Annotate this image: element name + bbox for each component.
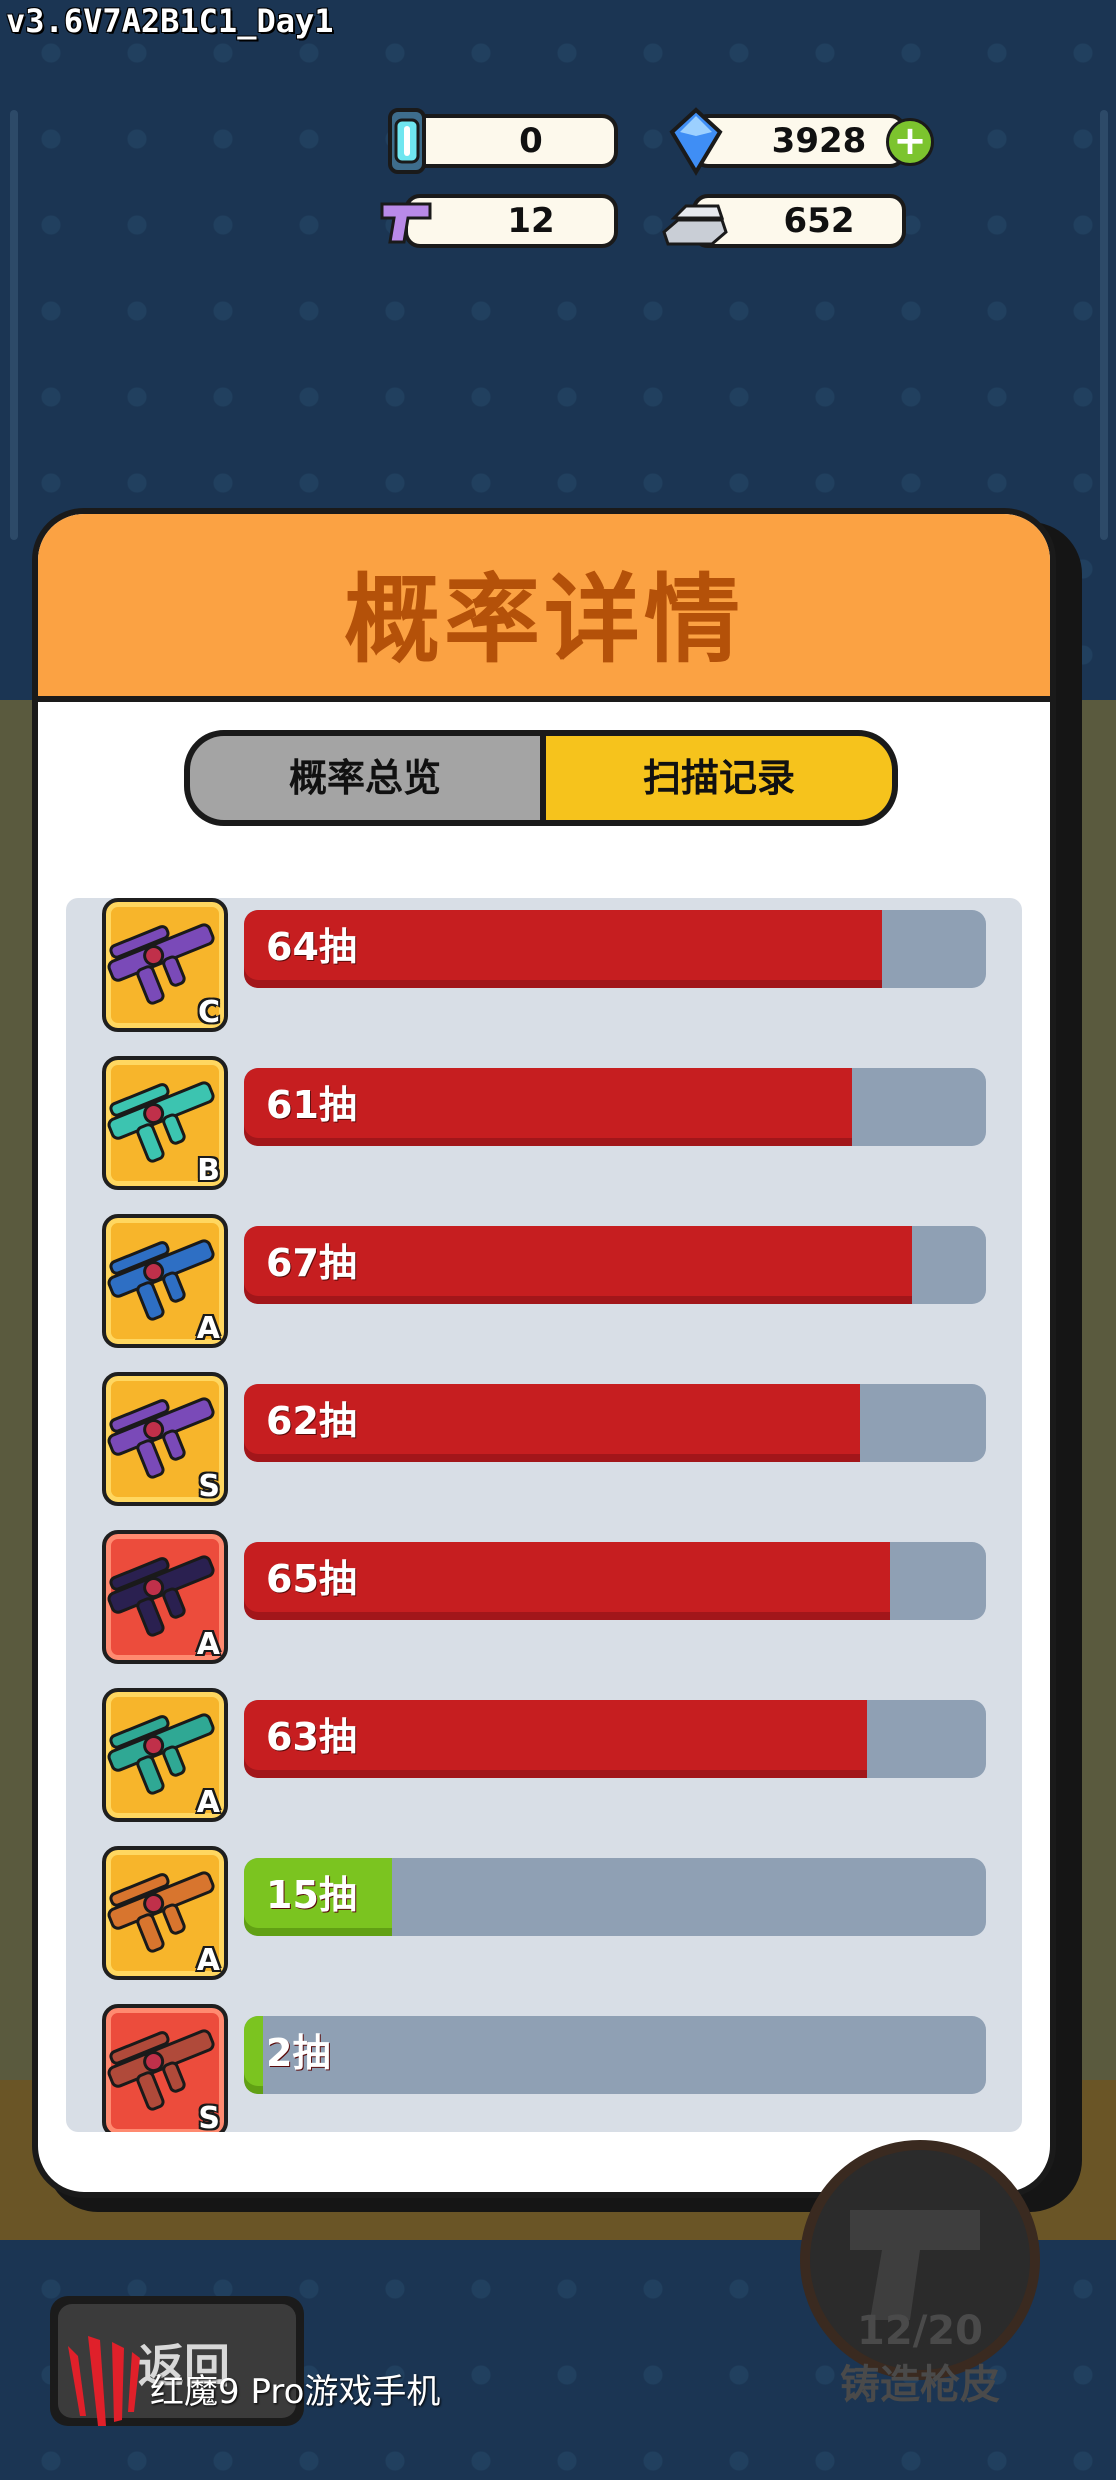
grade-badge: A xyxy=(196,1627,220,1662)
grade-badge: S xyxy=(198,1469,220,1504)
tab-probability-overview[interactable]: 概率总览 xyxy=(190,736,540,820)
gem-counter: 3928 xyxy=(692,114,906,168)
gun-skin-card[interactable]: B xyxy=(102,1056,228,1190)
draw-count-label: 67抽 xyxy=(266,1241,357,1285)
draw-count-label: 64抽 xyxy=(266,925,357,969)
tab-bar: 概率总览 扫描记录 xyxy=(184,730,898,826)
panel-title: 概率详情 xyxy=(344,564,744,676)
progress-fill xyxy=(244,2016,263,2094)
gun-skin-counter: 12 xyxy=(404,194,618,248)
scan-record-list[interactable]: C 64抽 B 61抽 A 67抽 S 62抽 A 65抽 A 63抽 A 15抽 S 2抽 xyxy=(66,898,1022,2132)
progress-track: 65抽 xyxy=(244,1542,986,1620)
device-watermark: 红魔9 Pro游戏手机 xyxy=(150,2372,441,2412)
version-label: v3.6V7A2B1C1_Day1 xyxy=(6,2,334,40)
draw-count-label: 61抽 xyxy=(266,1083,357,1127)
gem-icon xyxy=(669,107,723,176)
grade-badge: A xyxy=(196,1943,220,1978)
grade-badge: A xyxy=(196,1311,220,1346)
progress-track: 63抽 xyxy=(244,1700,986,1778)
record-row: A 63抽 xyxy=(66,1684,1022,1842)
progress-track: 62抽 xyxy=(244,1384,986,1462)
silver-ingot-icon xyxy=(662,204,728,246)
draw-count-label: 65抽 xyxy=(266,1557,357,1601)
panel-header: 概率详情 xyxy=(38,514,1050,702)
gun-skin-card[interactable]: S xyxy=(102,2004,228,2132)
gun-skin-icon xyxy=(380,202,432,244)
gun-skin-card[interactable]: A xyxy=(102,1688,228,1822)
grade-badge: C xyxy=(197,995,220,1030)
record-row: S 62抽 xyxy=(66,1368,1022,1526)
draw-count-label: 2抽 xyxy=(266,2031,331,2075)
record-row: B 61抽 xyxy=(66,1052,1022,1210)
gun-skin-card[interactable]: S xyxy=(102,1372,228,1506)
draw-count-label: 15抽 xyxy=(266,1873,357,1917)
progress-track: 2抽 xyxy=(244,2016,986,2094)
left-edge-rail xyxy=(10,110,18,540)
gun-skin-value: 12 xyxy=(507,201,555,241)
forge-label: 铸造枪皮 xyxy=(840,2362,1000,2408)
red-magic-logo-icon xyxy=(68,2336,140,2426)
gem-value: 3928 xyxy=(771,121,867,161)
add-gems-button[interactable]: + xyxy=(886,118,934,166)
record-row: A 67抽 xyxy=(66,1210,1022,1368)
gun-skin-card[interactable]: A xyxy=(102,1214,228,1348)
draw-count-label: 63抽 xyxy=(266,1715,357,1759)
grade-badge: A xyxy=(196,1785,220,1820)
gun-skin-card[interactable]: A xyxy=(102,1530,228,1664)
record-row: S 2抽 xyxy=(66,2000,1022,2132)
progress-track: 64抽 xyxy=(244,910,986,988)
gun-skin-card[interactable]: C xyxy=(102,898,228,1032)
forge-count: 12/20 xyxy=(857,2308,983,2354)
draw-count-label: 62抽 xyxy=(266,1399,357,1443)
silver-value: 652 xyxy=(783,201,855,241)
capsule-value: 0 xyxy=(519,121,543,161)
capsule-icon xyxy=(388,108,426,174)
progress-track: 67抽 xyxy=(244,1226,986,1304)
probability-detail-panel: 概率详情 概率总览 扫描记录 C 64抽 B 61抽 A 67抽 S 62抽 A 65抽 A 63抽 A… xyxy=(32,508,1056,2198)
gun-skin-card[interactable]: A xyxy=(102,1846,228,1980)
record-row: A 15抽 xyxy=(66,1842,1022,2000)
grade-badge: B xyxy=(197,1153,220,1188)
record-row: A 65抽 xyxy=(66,1526,1022,1684)
record-row: C 64抽 xyxy=(66,898,1022,1052)
capsule-counter: 0 xyxy=(404,114,618,168)
progress-track: 15抽 xyxy=(244,1858,986,1936)
progress-track: 61抽 xyxy=(244,1068,986,1146)
grade-badge: S xyxy=(198,2101,220,2132)
tab-scan-records[interactable]: 扫描记录 xyxy=(546,736,892,820)
right-edge-rail xyxy=(1100,110,1108,540)
